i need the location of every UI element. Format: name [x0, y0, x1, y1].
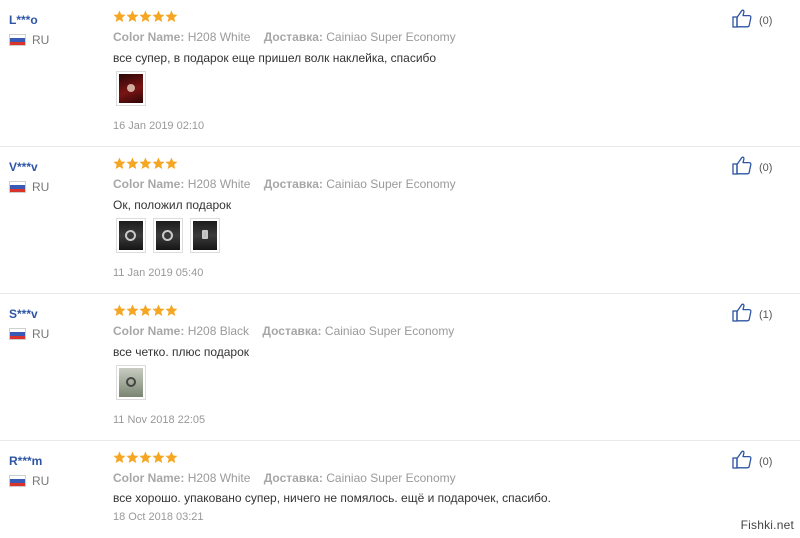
color-name-label: Color Name: — [113, 324, 185, 338]
review-date: 18 Oct 2018 03:21 — [113, 511, 204, 523]
review-item: S***v RU Color Name: H208 Black Доставка… — [0, 294, 800, 441]
thumbs-up-icon — [732, 156, 752, 180]
review-photos — [116, 365, 146, 400]
review-text: все четко. плюс подарок — [113, 345, 250, 359]
helpful-count: (0) — [759, 15, 773, 27]
star-rating — [113, 10, 178, 26]
color-name-label: Color Name: — [113, 471, 185, 485]
reviewer-country: RU — [9, 180, 49, 194]
helpful-count: (1) — [759, 309, 773, 321]
delivery-value: Cainiao Super Economy — [324, 324, 455, 338]
color-name-label: Color Name: — [113, 30, 185, 44]
russia-flag-icon — [9, 475, 26, 487]
watermark: Fishki.net — [740, 518, 794, 532]
review-photo-thumbnail[interactable] — [116, 218, 146, 253]
star-rating — [113, 304, 178, 320]
color-name-value: H208 White — [187, 471, 251, 485]
color-name-label: Color Name: — [113, 177, 185, 191]
product-meta: Color Name: H208 White Доставка: Cainiao… — [113, 30, 466, 44]
reviewer-name[interactable]: S***v — [9, 307, 38, 321]
helpful-count: (0) — [759, 456, 773, 468]
review-text: все хорошо. упаковано супер, ничего не п… — [113, 491, 551, 505]
reviewer-name[interactable]: V***v — [9, 160, 38, 174]
russia-flag-icon — [9, 328, 26, 340]
russia-flag-icon — [9, 181, 26, 193]
star-rating — [113, 157, 178, 173]
thumbs-up-icon — [732, 9, 752, 33]
review-photo-thumbnail[interactable] — [153, 218, 183, 253]
thumbs-up-icon — [732, 450, 752, 474]
review-date: 16 Jan 2019 02:10 — [113, 120, 205, 132]
helpful-button[interactable]: (0) — [732, 450, 772, 474]
country-code: RU — [32, 33, 50, 47]
thumbs-up-icon — [732, 303, 752, 327]
helpful-button[interactable]: (0) — [732, 156, 772, 180]
russia-flag-icon — [9, 34, 26, 46]
review-date: 11 Jan 2019 05:40 — [113, 267, 204, 279]
star-rating — [113, 451, 178, 467]
product-meta: Color Name: H208 White Доставка: Cainiao… — [113, 177, 466, 191]
review-item: L***o RU Color Name: H208 White Доставка… — [0, 0, 800, 147]
reviewer-name[interactable]: R***m — [9, 454, 42, 468]
country-code: RU — [32, 180, 50, 194]
helpful-button[interactable]: (1) — [732, 303, 772, 327]
color-name-value: H208 Black — [187, 324, 250, 338]
review-photos — [116, 218, 220, 253]
delivery-label: Доставка: — [262, 324, 322, 338]
review-item: V***v RU Color Name: H208 White Доставка… — [0, 147, 800, 294]
review-photo-thumbnail[interactable] — [116, 71, 146, 106]
delivery-label: Доставка: — [263, 30, 323, 44]
delivery-value: Cainiao Super Economy — [326, 177, 456, 191]
reviewer-name[interactable]: L***o — [9, 13, 38, 27]
delivery-value: Cainiao Super Economy — [326, 471, 456, 485]
product-meta: Color Name: H208 White Доставка: Cainiao… — [113, 471, 466, 485]
reviewer-country: RU — [9, 33, 49, 47]
review-text: все супер, в подарок еще пришел волк нак… — [113, 51, 437, 65]
helpful-count: (0) — [759, 162, 773, 174]
review-text: Ок, положил подарок — [113, 198, 232, 212]
review-photos — [116, 71, 146, 106]
delivery-label: Доставка: — [263, 471, 323, 485]
review-date: 11 Nov 2018 22:05 — [113, 414, 206, 426]
review-item: R***m RU Color Name: H208 White Доставка… — [0, 441, 800, 538]
helpful-button[interactable]: (0) — [732, 9, 772, 33]
country-code: RU — [32, 474, 50, 488]
country-code: RU — [32, 327, 50, 341]
color-name-value: H208 White — [187, 177, 251, 191]
color-name-value: H208 White — [187, 30, 251, 44]
review-photo-thumbnail[interactable] — [116, 365, 146, 400]
delivery-label: Доставка: — [263, 177, 323, 191]
reviewer-country: RU — [9, 327, 49, 341]
delivery-value: Cainiao Super Economy — [326, 30, 456, 44]
review-photo-thumbnail[interactable] — [190, 218, 220, 253]
reviewer-country: RU — [9, 474, 49, 488]
product-meta: Color Name: H208 Black Доставка: Cainiao… — [113, 324, 464, 338]
